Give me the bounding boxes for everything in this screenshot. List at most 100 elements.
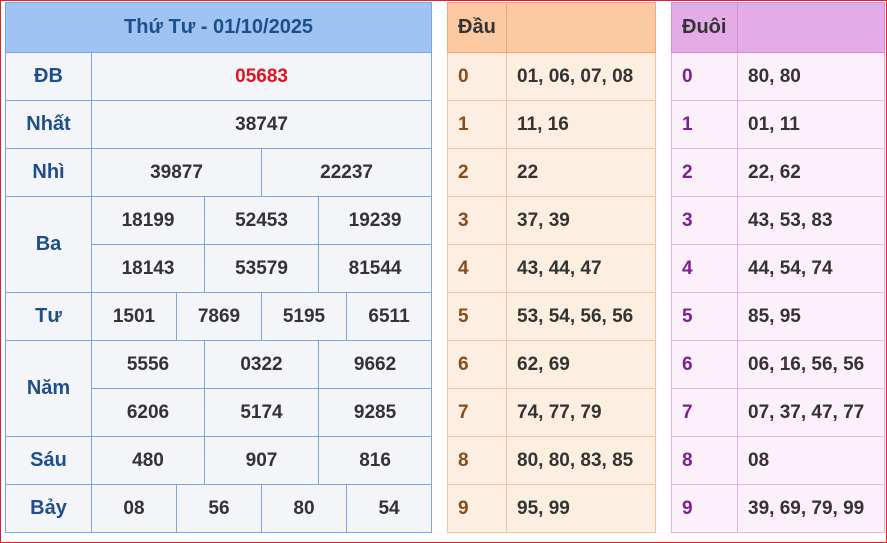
prize-value: 5556 [91, 340, 205, 389]
dau-row: 4 43, 44, 47 [447, 244, 656, 293]
dau-key: 8 [447, 436, 507, 485]
prize-row-tu: Tư 1501 7869 5195 6511 [5, 292, 433, 341]
duoi-values: 06, 16, 56, 56 [737, 340, 885, 389]
prize-value: 19239 [317, 196, 433, 245]
duoi-values: 39, 69, 79, 99 [737, 484, 885, 533]
prize-row-ba: Ba 18199 52453 19239 [5, 196, 433, 293]
duoi-row: 6 06, 16, 56, 56 [671, 340, 885, 389]
prize-row-sau: Sáu 480 907 816 [5, 436, 433, 485]
draw-date-title: Thứ Tư - 01/10/2025 [4, 2, 433, 53]
duoi-row: 8 08 [671, 436, 885, 485]
dau-values: 11, 16 [506, 100, 656, 149]
dau-row: 3 37, 39 [447, 196, 656, 245]
dau-row: 5 53, 54, 56, 56 [447, 292, 656, 341]
dau-key: 1 [447, 100, 507, 149]
duoi-row: 4 44, 54, 74 [671, 244, 885, 293]
prize-value: 7869 [176, 292, 262, 341]
prize-value: 6511 [345, 292, 433, 341]
prize-label-nhi: Nhì [5, 148, 92, 197]
prize-label-nhat: Nhất [5, 100, 92, 149]
dau-header: Đầu [447, 2, 507, 53]
duoi-row: 0 80, 80 [671, 52, 885, 101]
prize-row-bay: Bảy 08 56 80 54 [5, 484, 433, 533]
prize-label-tu: Tư [5, 292, 92, 341]
prize-value: 480 [91, 436, 205, 485]
duoi-key: 5 [671, 292, 738, 341]
duoi-row: 7 07, 37, 47, 77 [671, 388, 885, 437]
dau-values: 22 [506, 148, 656, 197]
results-table: Thứ Tư - 01/10/2025 ĐB 05683 Nhất 38747 … [4, 2, 433, 533]
duoi-values: 43, 53, 83 [737, 196, 885, 245]
duoi-row: 3 43, 53, 83 [671, 196, 885, 245]
prize-label-ba: Ba [5, 196, 92, 293]
prize-label-nam: Năm [5, 340, 92, 437]
dau-key: 3 [447, 196, 507, 245]
duoi-row: 5 85, 95 [671, 292, 885, 341]
dau-row: 7 74, 77, 79 [447, 388, 656, 437]
results-panel: Thứ Tư - 01/10/2025 ĐB 05683 Nhất 38747 … [4, 2, 433, 533]
prize-value: 56 [176, 484, 262, 533]
dau-header-blank [506, 2, 656, 53]
prize-value: 907 [204, 436, 319, 485]
prize-row-nhat: Nhất 38747 [5, 100, 433, 149]
duoi-row: 9 39, 69, 79, 99 [671, 484, 885, 533]
dau-values: 80, 80, 83, 85 [506, 436, 656, 485]
prize-value: 22237 [260, 148, 433, 197]
dau-key: 2 [447, 148, 507, 197]
dau-key: 9 [447, 484, 507, 533]
duoi-key: 6 [671, 340, 738, 389]
duoi-key: 3 [671, 196, 738, 245]
dau-header-row: Đầu [447, 2, 656, 53]
prize-row-db: ĐB 05683 [5, 52, 433, 101]
prize-value: 38747 [90, 100, 433, 149]
dau-values: 95, 99 [506, 484, 656, 533]
dau-panel: Đầu 0 01, 06, 07, 08 1 11, 16 2 22 3 37, 39 … [447, 2, 656, 533]
prize-value: 05683 [90, 52, 433, 101]
duoi-key: 9 [671, 484, 738, 533]
prize-value: 6206 [91, 388, 205, 437]
prize-value: 0322 [204, 340, 319, 389]
dau-key: 4 [447, 244, 507, 293]
dau-key: 5 [447, 292, 507, 341]
prize-label-bay: Bảy [5, 484, 92, 533]
results-header-row: Thứ Tư - 01/10/2025 [4, 2, 433, 53]
duoi-header-row: Đuôi [671, 2, 885, 53]
prize-value: 18199 [91, 196, 205, 245]
prize-value: 54 [345, 484, 433, 533]
duoi-values: 85, 95 [737, 292, 885, 341]
dau-row: 1 11, 16 [447, 100, 656, 149]
dau-table: Đầu 0 01, 06, 07, 08 1 11, 16 2 22 3 37, 39 … [447, 2, 656, 533]
prize-row-nhi: Nhì 39877 22237 [5, 148, 433, 197]
duoi-key: 8 [671, 436, 738, 485]
prize-value: 1501 [91, 292, 177, 341]
duoi-header: Đuôi [671, 2, 738, 53]
prize-value: 80 [261, 484, 347, 533]
duoi-key: 1 [671, 100, 738, 149]
dau-row: 8 80, 80, 83, 85 [447, 436, 656, 485]
dau-key: 6 [447, 340, 507, 389]
prize-value: 53579 [204, 244, 319, 293]
dau-row: 0 01, 06, 07, 08 [447, 52, 656, 101]
duoi-panel: Đuôi 0 80, 80 1 01, 11 2 22, 62 3 43, 53, 83… [671, 2, 885, 533]
prize-value: 9662 [317, 340, 433, 389]
duoi-row: 1 01, 11 [671, 100, 885, 149]
prize-row-nam: Năm 5556 0322 9662 [5, 340, 433, 437]
duoi-key: 4 [671, 244, 738, 293]
duoi-values: 08 [737, 436, 885, 485]
dau-values: 01, 06, 07, 08 [506, 52, 656, 101]
prize-value: 5195 [261, 292, 347, 341]
prize-value: 9285 [317, 388, 433, 437]
dau-row: 9 95, 99 [447, 484, 656, 533]
dau-values: 74, 77, 79 [506, 388, 656, 437]
duoi-header-blank [737, 2, 885, 53]
prize-label-db: ĐB [5, 52, 92, 101]
dau-key: 7 [447, 388, 507, 437]
duoi-values: 44, 54, 74 [737, 244, 885, 293]
duoi-key: 2 [671, 148, 738, 197]
prize-value: 81544 [317, 244, 433, 293]
dau-values: 37, 39 [506, 196, 656, 245]
prize-value: 08 [91, 484, 177, 533]
duoi-values: 07, 37, 47, 77 [737, 388, 885, 437]
duoi-values: 01, 11 [737, 100, 885, 149]
prize-value: 18143 [91, 244, 205, 293]
